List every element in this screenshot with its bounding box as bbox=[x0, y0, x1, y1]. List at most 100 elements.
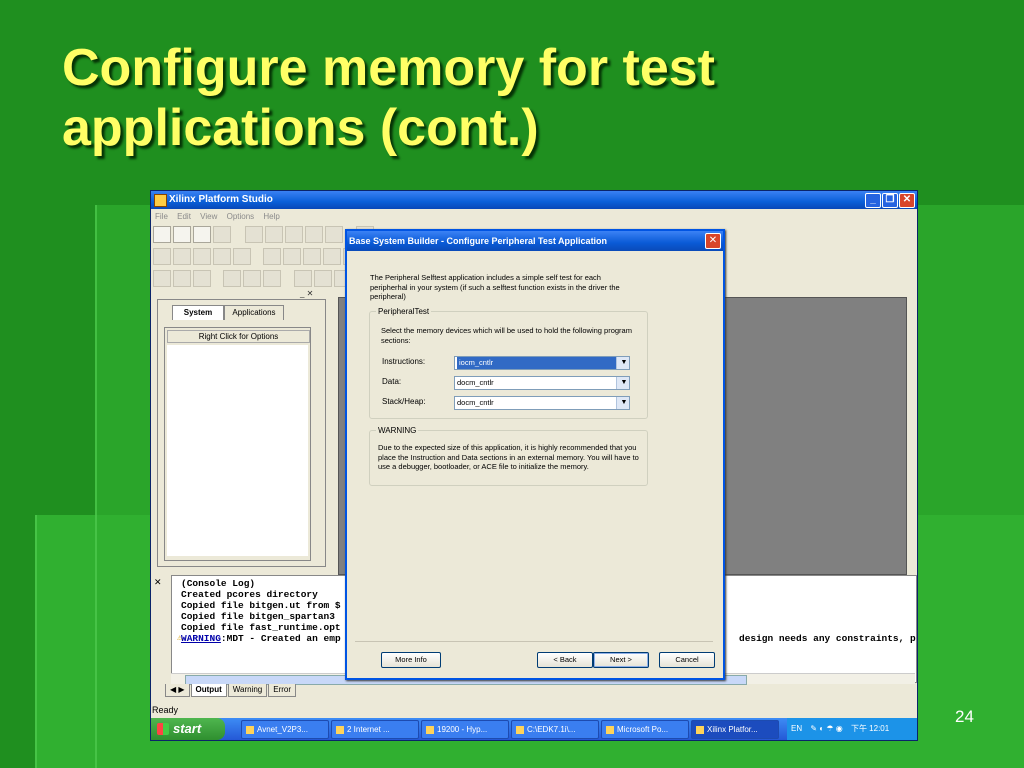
status-text: Ready bbox=[152, 705, 179, 715]
menu-help[interactable]: Help bbox=[263, 210, 279, 224]
tool-icon[interactable] bbox=[293, 270, 312, 287]
task-label: C:\EDK7.1i\... bbox=[527, 725, 576, 734]
line-icon[interactable] bbox=[263, 248, 282, 265]
console-side: ✕ bbox=[151, 575, 169, 685]
task-internet[interactable]: 2 Internet ... bbox=[331, 720, 419, 739]
tool-icon[interactable] bbox=[313, 270, 332, 287]
task-label: 19200 - Hyp... bbox=[437, 725, 488, 734]
cancel-button[interactable]: Cancel bbox=[659, 652, 715, 668]
chevron-down-icon[interactable]: ▼ bbox=[616, 357, 629, 369]
task-xilinx[interactable]: Xilinx Platfor... bbox=[691, 720, 779, 739]
tab-error[interactable]: Error bbox=[268, 684, 297, 697]
language-indicator[interactable]: EN bbox=[791, 724, 802, 733]
warning-link[interactable]: WARNING bbox=[181, 633, 221, 644]
paste-icon[interactable] bbox=[285, 226, 304, 243]
warning-group: WARNING Due to the expected size of this… bbox=[369, 426, 648, 486]
tool-icon[interactable] bbox=[193, 270, 211, 287]
start-button[interactable]: start bbox=[151, 718, 225, 740]
tool-icon[interactable] bbox=[243, 270, 262, 287]
save-icon[interactable] bbox=[193, 226, 211, 243]
tab-warning[interactable]: Warning bbox=[227, 684, 268, 697]
align-icon[interactable] bbox=[173, 248, 191, 265]
line-icon[interactable] bbox=[303, 248, 322, 265]
pointer-icon[interactable] bbox=[153, 248, 171, 265]
align-icon[interactable] bbox=[233, 248, 251, 265]
task-label: Xilinx Platfor... bbox=[707, 725, 758, 734]
ie-icon bbox=[336, 725, 344, 734]
toolbar-row bbox=[153, 248, 363, 266]
task-powerpoint[interactable]: Microsoft Po... bbox=[601, 720, 689, 739]
dialog-title: Base System Builder - Configure Peripher… bbox=[347, 231, 723, 251]
stack-heap-value: docm_cntlr bbox=[457, 398, 494, 407]
tab-applications[interactable]: Applications bbox=[224, 305, 284, 320]
close-icon[interactable]: ✕ bbox=[899, 193, 915, 208]
menu-file[interactable]: File bbox=[155, 210, 168, 224]
panel-close-icon[interactable]: _ ✕ bbox=[300, 289, 313, 298]
instructions-value: iocm_cntlr bbox=[457, 357, 617, 369]
taskbar: start Avnet_V2P3... 2 Internet ... 19200… bbox=[151, 718, 917, 740]
console-line: Created pcores directory bbox=[181, 589, 318, 600]
task-label: 2 Internet ... bbox=[347, 725, 390, 734]
align-icon[interactable] bbox=[213, 248, 231, 265]
stack-heap-select[interactable]: docm_cntlr ▼ bbox=[454, 396, 630, 410]
output-tabs: ◀ ▶ Output Warning Error bbox=[165, 684, 297, 698]
new-icon[interactable] bbox=[153, 226, 171, 243]
ellipse-icon[interactable] bbox=[283, 248, 302, 265]
task-avnet[interactable]: Avnet_V2P3... bbox=[241, 720, 329, 739]
more-info-button[interactable]: More Info bbox=[381, 652, 441, 668]
slide-title: Configure memory for test applications (… bbox=[62, 39, 715, 157]
next-button[interactable]: Next > bbox=[593, 652, 649, 668]
right-click-hint[interactable]: Right Click for Options bbox=[167, 330, 310, 343]
cut-icon[interactable] bbox=[245, 226, 264, 243]
tab-output[interactable]: Output bbox=[190, 684, 227, 697]
console-line: design needs any constraints, pl bbox=[739, 633, 917, 644]
tool-icon[interactable] bbox=[153, 270, 171, 287]
warning-text: :MDT - Created an emp bbox=[220, 633, 341, 644]
xps-window: Xilinx Platform Studio _ ❐ ✕ File Edit V… bbox=[150, 190, 918, 741]
tab-nav-icon[interactable]: ◀ ▶ bbox=[165, 684, 190, 697]
restore-icon[interactable]: ❐ bbox=[882, 193, 898, 208]
dialog-close-icon[interactable]: ✕ bbox=[705, 233, 721, 249]
task-hyperterminal[interactable]: 19200 - Hyp... bbox=[421, 720, 509, 739]
cmd-icon bbox=[516, 725, 524, 734]
app-icon bbox=[154, 194, 167, 207]
print-icon[interactable] bbox=[213, 226, 231, 243]
menu-options[interactable]: Options bbox=[227, 210, 255, 224]
back-button[interactable]: < Back bbox=[537, 652, 593, 668]
toolbar-row bbox=[153, 226, 376, 244]
windows-logo-icon bbox=[157, 723, 169, 735]
redo-icon[interactable] bbox=[325, 226, 344, 243]
task-label: Avnet_V2P3... bbox=[257, 725, 308, 734]
warning-legend: WARNING bbox=[378, 426, 417, 435]
minimize-icon[interactable]: _ bbox=[865, 193, 881, 208]
tool-icon[interactable] bbox=[223, 270, 242, 287]
clock: 下午 12:01 bbox=[850, 724, 890, 733]
undo-icon[interactable] bbox=[305, 226, 324, 243]
instructions-select[interactable]: iocm_cntlr ▼ bbox=[454, 356, 630, 370]
project-tree[interactable] bbox=[167, 345, 308, 556]
xilinx-icon bbox=[696, 725, 704, 734]
open-icon[interactable] bbox=[173, 226, 191, 243]
powerpoint-icon bbox=[606, 725, 614, 734]
peripheral-test-group: PeripheralTest Select the memory devices… bbox=[369, 307, 648, 419]
chevron-down-icon[interactable]: ▼ bbox=[616, 397, 629, 409]
stack-heap-label: Stack/Heap: bbox=[382, 397, 426, 406]
start-label: start bbox=[173, 721, 202, 736]
menu-edit[interactable]: Edit bbox=[177, 210, 191, 224]
tab-system[interactable]: System bbox=[172, 305, 224, 320]
console-line: Copied file bitgen.ut from $ bbox=[181, 600, 341, 611]
menu-view[interactable]: View bbox=[200, 210, 217, 224]
rectangle-icon[interactable] bbox=[323, 248, 342, 265]
console-warning-line: ⚠ WARNING:MDT - Created an emp bbox=[177, 633, 341, 644]
tool-icon[interactable] bbox=[263, 270, 282, 287]
window-title: Xilinx Platform Studio bbox=[169, 194, 273, 205]
tray-icons[interactable]: ✎ ◐ ☂ ◉ bbox=[810, 724, 842, 733]
console-line: Copied file fast_runtime.opt bbox=[181, 622, 341, 633]
align-icon[interactable] bbox=[193, 248, 211, 265]
console-close-icon[interactable]: ✕ bbox=[154, 577, 162, 588]
copy-icon[interactable] bbox=[265, 226, 284, 243]
chevron-down-icon[interactable]: ▼ bbox=[616, 377, 629, 389]
data-select[interactable]: docm_cntlr ▼ bbox=[454, 376, 630, 390]
task-cmd[interactable]: C:\EDK7.1i\... bbox=[511, 720, 599, 739]
tool-icon[interactable] bbox=[173, 270, 191, 287]
